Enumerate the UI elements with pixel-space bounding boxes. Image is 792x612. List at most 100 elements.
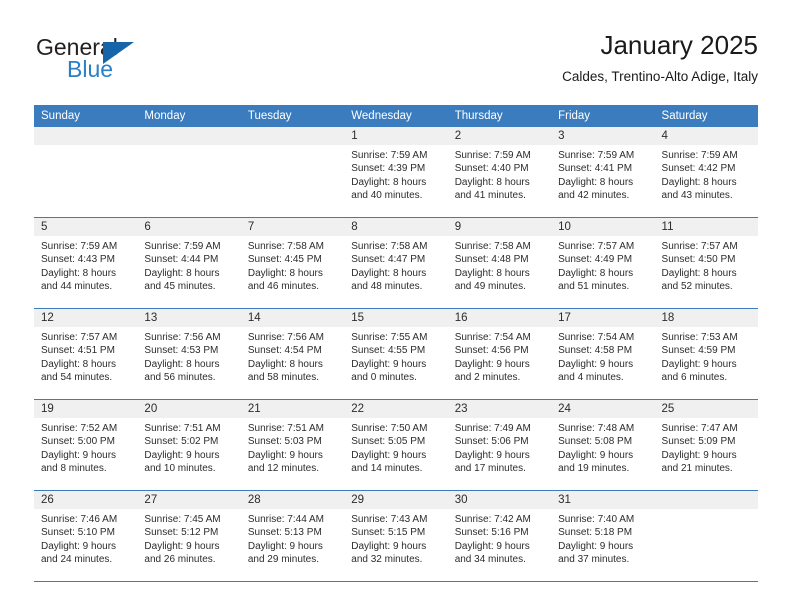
daylight-line-2: and 54 minutes.	[41, 372, 113, 384]
calendar-week-row: 12 Sunrise: 7:57 AM Sunset: 4:51 PM Dayligh…	[34, 308, 758, 400]
day-sun-info: Sunrise: 7:59 AM Sunset: 4:39 PM Daylight:…	[344, 145, 447, 203]
day-sun-info: Sunrise: 7:43 AM Sunset: 5:15 PM Daylight:…	[344, 509, 447, 567]
day-cell-content	[137, 127, 241, 217]
sunrise-line: Sunrise: 7:49 AM	[454, 423, 531, 434]
day-number: 14	[240, 309, 345, 327]
calendar-day-cell[interactable]: 6 Sunrise: 7:59 AM Sunset: 4:44 PM Daylight…	[137, 217, 241, 309]
daylight-line-1: Daylight: 8 hours	[661, 267, 737, 279]
calendar-day-cell[interactable]: 7 Sunrise: 7:58 AM Sunset: 4:45 PM Daylight…	[240, 217, 345, 309]
title-block: January 2025 Caldes, Trentino-Alto Adige…	[562, 28, 758, 87]
sunset-line: Sunset: 4:40 PM	[454, 163, 529, 175]
day-number: 4	[654, 127, 758, 145]
calendar-day-cell[interactable]: 15 Sunrise: 7:55 AM Sunset: 4:55 PM Dayligh…	[344, 308, 448, 400]
calendar-day-cell[interactable]: 14 Sunrise: 7:56 AM Sunset: 4:54 PM Dayligh…	[240, 308, 345, 400]
daylight-line-1: Daylight: 8 hours	[41, 267, 117, 279]
day-sun-info: Sunrise: 7:59 AM Sunset: 4:43 PM Daylight:…	[34, 236, 137, 294]
daylight-line-1: Daylight: 8 hours	[247, 267, 323, 279]
sunset-line: Sunset: 4:50 PM	[661, 254, 736, 266]
day-cell-content: 10 Sunrise: 7:57 AM Sunset: 4:49 PM Dayligh…	[551, 218, 655, 308]
calendar-day-cell[interactable]: 2 Sunrise: 7:59 AM Sunset: 4:40 PM Daylight…	[447, 127, 552, 218]
daylight-line-1: Daylight: 8 hours	[351, 176, 427, 188]
day-sun-info	[34, 145, 137, 149]
daylight-line-1: Daylight: 8 hours	[558, 176, 634, 188]
calendar-day-cell	[654, 490, 758, 582]
calendar-day-cell[interactable]: 8 Sunrise: 7:58 AM Sunset: 4:47 PM Daylight…	[344, 217, 448, 309]
sunset-line: Sunset: 5:15 PM	[351, 527, 426, 539]
calendar-day-cell[interactable]: 10 Sunrise: 7:57 AM Sunset: 4:49 PM Dayligh…	[551, 217, 655, 309]
sunset-line: Sunset: 4:53 PM	[144, 345, 219, 357]
day-sun-info: Sunrise: 7:56 AM Sunset: 4:54 PM Daylight:…	[241, 327, 344, 385]
calendar-week-row: 26 Sunrise: 7:46 AM Sunset: 5:10 PM Dayligh…	[34, 490, 758, 582]
general-blue-logo[interactable]: General Blue	[34, 32, 254, 92]
weekday-header-friday: Friday	[551, 105, 655, 127]
sunset-line: Sunset: 4:51 PM	[41, 345, 115, 357]
day-cell-content: 21 Sunrise: 7:51 AM Sunset: 5:03 PM Dayligh…	[240, 400, 345, 490]
daylight-line-1: Daylight: 9 hours	[351, 358, 427, 370]
weekday-header-monday: Monday	[137, 105, 241, 127]
calendar-day-cell[interactable]: 30 Sunrise: 7:42 AM Sunset: 5:16 PM Dayligh…	[447, 490, 552, 582]
calendar-day-cell[interactable]: 19 Sunrise: 7:52 AM Sunset: 5:00 PM Dayligh…	[34, 399, 138, 491]
daylight-line-1: Daylight: 9 hours	[351, 540, 427, 552]
calendar-day-cell[interactable]: 3 Sunrise: 7:59 AM Sunset: 4:41 PM Daylight…	[551, 127, 655, 218]
calendar-day-cell[interactable]: 22 Sunrise: 7:50 AM Sunset: 5:05 PM Dayligh…	[344, 399, 448, 491]
sunrise-line: Sunrise: 7:54 AM	[454, 332, 531, 343]
calendar-day-cell[interactable]: 11 Sunrise: 7:57 AM Sunset: 4:50 PM Dayligh…	[654, 217, 758, 309]
daylight-line-2: and 14 minutes.	[351, 463, 423, 475]
day-sun-info: Sunrise: 7:57 AM Sunset: 4:51 PM Daylight:…	[34, 327, 137, 385]
calendar-day-cell[interactable]: 31 Sunrise: 7:40 AM Sunset: 5:18 PM Dayligh…	[551, 490, 655, 582]
calendar-day-cell[interactable]: 28 Sunrise: 7:44 AM Sunset: 5:13 PM Dayligh…	[240, 490, 345, 582]
daylight-line-1: Daylight: 9 hours	[144, 449, 220, 461]
calendar-day-cell[interactable]: 17 Sunrise: 7:54 AM Sunset: 4:58 PM Dayligh…	[551, 308, 655, 400]
calendar-day-cell[interactable]: 25 Sunrise: 7:47 AM Sunset: 5:09 PM Dayligh…	[654, 399, 758, 491]
calendar-day-cell[interactable]: 16 Sunrise: 7:54 AM Sunset: 4:56 PM Dayligh…	[447, 308, 552, 400]
sunrise-line: Sunrise: 7:52 AM	[41, 423, 118, 434]
sunset-line: Sunset: 4:44 PM	[144, 254, 219, 266]
calendar-week-row: 1 Sunrise: 7:59 AM Sunset: 4:39 PM Daylight…	[34, 127, 758, 218]
daylight-line-2: and 6 minutes.	[661, 372, 728, 384]
calendar-day-cell[interactable]: 5 Sunrise: 7:59 AM Sunset: 4:43 PM Daylight…	[34, 217, 138, 309]
daylight-line-1: Daylight: 9 hours	[41, 449, 117, 461]
sunset-line: Sunset: 5:10 PM	[41, 527, 115, 539]
day-cell-content: 27 Sunrise: 7:45 AM Sunset: 5:12 PM Dayligh…	[137, 491, 241, 581]
calendar-day-cell[interactable]: 29 Sunrise: 7:43 AM Sunset: 5:15 PM Dayligh…	[344, 490, 448, 582]
sunset-line: Sunset: 5:06 PM	[454, 436, 529, 448]
calendar-day-cell[interactable]: 21 Sunrise: 7:51 AM Sunset: 5:03 PM Dayligh…	[240, 399, 345, 491]
day-cell-content: 28 Sunrise: 7:44 AM Sunset: 5:13 PM Dayligh…	[240, 491, 345, 581]
daylight-line-2: and 43 minutes.	[661, 190, 733, 202]
weekday-header-wednesday: Wednesday	[344, 105, 448, 127]
daylight-line-1: Daylight: 9 hours	[41, 540, 117, 552]
calendar-day-cell[interactable]: 9 Sunrise: 7:58 AM Sunset: 4:48 PM Daylight…	[447, 217, 552, 309]
day-sun-info: Sunrise: 7:57 AM Sunset: 4:49 PM Daylight:…	[551, 236, 654, 294]
sunrise-line: Sunrise: 7:59 AM	[558, 150, 635, 161]
sunset-line: Sunset: 4:54 PM	[247, 345, 322, 357]
day-sun-info: Sunrise: 7:59 AM Sunset: 4:42 PM Daylight:…	[655, 145, 758, 203]
calendar-day-cell[interactable]: 12 Sunrise: 7:57 AM Sunset: 4:51 PM Dayligh…	[34, 308, 138, 400]
calendar-day-cell[interactable]: 27 Sunrise: 7:45 AM Sunset: 5:12 PM Dayligh…	[137, 490, 241, 582]
calendar-day-cell[interactable]: 4 Sunrise: 7:59 AM Sunset: 4:42 PM Daylight…	[654, 127, 758, 218]
sunset-line: Sunset: 4:42 PM	[661, 163, 736, 175]
calendar-day-cell[interactable]: 26 Sunrise: 7:46 AM Sunset: 5:10 PM Dayligh…	[34, 490, 138, 582]
calendar-day-cell[interactable]: 18 Sunrise: 7:53 AM Sunset: 4:59 PM Dayligh…	[654, 308, 758, 400]
calendar-day-cell[interactable]: 1 Sunrise: 7:59 AM Sunset: 4:39 PM Daylight…	[344, 127, 448, 218]
daylight-line-1: Daylight: 8 hours	[41, 358, 117, 370]
day-cell-content: 22 Sunrise: 7:50 AM Sunset: 5:05 PM Dayligh…	[344, 400, 448, 490]
day-sun-info: Sunrise: 7:54 AM Sunset: 4:58 PM Daylight:…	[551, 327, 654, 385]
day-sun-info: Sunrise: 7:40 AM Sunset: 5:18 PM Daylight:…	[551, 509, 654, 567]
calendar-day-cell[interactable]: 23 Sunrise: 7:49 AM Sunset: 5:06 PM Dayligh…	[447, 399, 552, 491]
daylight-line-1: Daylight: 9 hours	[661, 358, 737, 370]
calendar-day-cell	[240, 127, 345, 218]
calendar-day-cell[interactable]: 20 Sunrise: 7:51 AM Sunset: 5:02 PM Dayligh…	[137, 399, 241, 491]
sunrise-line: Sunrise: 7:59 AM	[351, 150, 428, 161]
sunset-line: Sunset: 4:39 PM	[351, 163, 426, 175]
calendar-day-cell[interactable]: 13 Sunrise: 7:56 AM Sunset: 4:53 PM Dayligh…	[137, 308, 241, 400]
sunrise-line: Sunrise: 7:56 AM	[247, 332, 324, 343]
sunrise-line: Sunrise: 7:46 AM	[41, 514, 118, 525]
day-cell-content: 19 Sunrise: 7:52 AM Sunset: 5:00 PM Dayligh…	[34, 400, 138, 490]
day-sun-info	[655, 509, 758, 513]
day-number: 16	[447, 309, 552, 327]
calendar-page: General Blue January 2025 Caldes, Trenti…	[0, 0, 792, 612]
calendar-day-cell[interactable]: 24 Sunrise: 7:48 AM Sunset: 5:08 PM Dayligh…	[551, 399, 655, 491]
daylight-line-1: Daylight: 9 hours	[247, 540, 323, 552]
day-number: 9	[447, 218, 552, 236]
day-cell-content: 18 Sunrise: 7:53 AM Sunset: 4:59 PM Dayligh…	[654, 309, 758, 399]
